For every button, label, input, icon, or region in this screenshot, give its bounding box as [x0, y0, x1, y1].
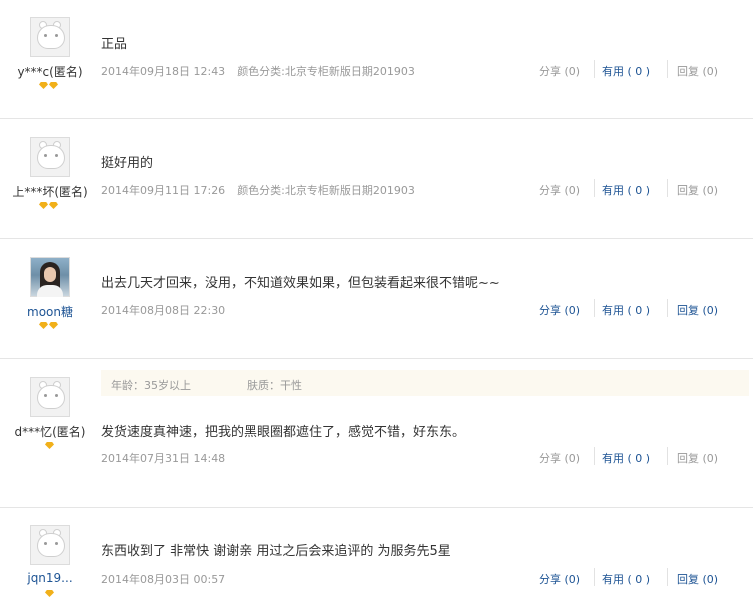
- review-date: 2014年07月31日 14:48: [101, 452, 226, 465]
- share-button[interactable]: 分享 (0): [539, 571, 580, 587]
- review-item: y***c(匿名) 正品 2014年09月18日 12:43 颜色分类:北京专柜新…: [0, 0, 753, 118]
- share-button[interactable]: 分享 (0): [539, 302, 580, 318]
- divider: [594, 568, 595, 586]
- review-spec: 颜色分类:北京专柜新版日期201903: [237, 65, 415, 78]
- reviewer-attributes: 年龄：35岁以上 肤质：干性: [101, 370, 749, 396]
- reviewer-name[interactable]: moon糖: [0, 303, 100, 320]
- default-avatar-icon[interactable]: [30, 17, 70, 57]
- useful-button[interactable]: 有用 ( 0 ): [602, 63, 650, 79]
- skin-type-attribute: 肤质：干性: [247, 379, 302, 392]
- useful-button[interactable]: 有用 ( 0 ): [602, 302, 650, 318]
- divider: [667, 447, 668, 465]
- reviewer-name[interactable]: jqn19...: [0, 571, 100, 585]
- useful-button[interactable]: 有用 ( 0 ): [602, 450, 650, 466]
- user-photo-avatar[interactable]: [30, 257, 70, 297]
- reviewer-name[interactable]: y***c(匿名): [0, 63, 100, 80]
- member-level-badge-icon: [45, 590, 54, 597]
- reply-button[interactable]: 回复 (0): [677, 302, 718, 318]
- useful-button[interactable]: 有用 ( 0 ): [602, 182, 650, 198]
- member-level-badge-icon: [45, 442, 54, 449]
- member-level-badge-icon: [39, 322, 58, 329]
- divider: [667, 568, 668, 586]
- default-avatar-icon[interactable]: [30, 525, 70, 565]
- review-date: 2014年09月18日 12:43: [101, 65, 226, 78]
- reviewer-name[interactable]: 上***坏(匿名): [0, 183, 100, 200]
- divider: [667, 60, 668, 78]
- member-level-badge-icon: [39, 82, 58, 89]
- divider: [667, 179, 668, 197]
- reply-button[interactable]: 回复 (0): [677, 63, 718, 79]
- review-date: 2014年08月03日 00:57: [101, 573, 226, 586]
- review-date: 2014年08月08日 22:30: [101, 304, 226, 317]
- review-meta: 2014年09月18日 12:43 颜色分类:北京专柜新版日期201903: [101, 63, 415, 79]
- review-item: jqn19... 东西收到了 非常快 谢谢亲 用过之后会来追评的 为服务先5星 …: [0, 508, 753, 602]
- reviewer-name[interactable]: d***忆(匿名): [0, 423, 100, 440]
- reply-button[interactable]: 回复 (0): [677, 182, 718, 198]
- divider: [594, 60, 595, 78]
- age-attribute: 年龄：35岁以上: [111, 379, 191, 392]
- review-meta: 2014年09月11日 17:26 颜色分类:北京专柜新版日期201903: [101, 182, 415, 198]
- review-text: 挺好用的: [101, 156, 154, 171]
- divider: [594, 299, 595, 317]
- reply-button[interactable]: 回复 (0): [677, 571, 718, 587]
- review-date: 2014年09月11日 17:26: [101, 184, 226, 197]
- review-item: 上***坏(匿名) 挺好用的 2014年09月11日 17:26 颜色分类:北京专…: [0, 119, 753, 238]
- review-item: d***忆(匿名) 年龄：35岁以上 肤质：干性 发货速度真神速，把我的黑眼圈都…: [0, 359, 753, 507]
- review-text: 正品: [101, 37, 128, 52]
- member-level-badge-icon: [39, 202, 58, 209]
- divider: [594, 179, 595, 197]
- review-text: 发货速度真神速，把我的黑眼圈都遮住了，感觉不错，好东东。: [101, 425, 466, 440]
- review-text: 东西收到了 非常快 谢谢亲 用过之后会来追评的 为服务先5星: [101, 544, 451, 559]
- review-meta: 2014年08月08日 22:30: [101, 302, 225, 318]
- default-avatar-icon[interactable]: [30, 377, 70, 417]
- reply-button[interactable]: 回复 (0): [677, 450, 718, 466]
- divider: [667, 299, 668, 317]
- review-spec: 颜色分类:北京专柜新版日期201903: [237, 184, 415, 197]
- useful-button[interactable]: 有用 ( 0 ): [602, 571, 650, 587]
- share-button[interactable]: 分享 (0): [539, 450, 580, 466]
- default-avatar-icon[interactable]: [30, 137, 70, 177]
- divider: [594, 447, 595, 465]
- review-text: 出去几天才回来，没用，不知道效果如果，但包装看起来很不错呢~~: [101, 276, 500, 291]
- review-item: moon糖 出去几天才回来，没用，不知道效果如果，但包装看起来很不错呢~~ 20…: [0, 239, 753, 358]
- review-meta: 2014年07月31日 14:48: [101, 450, 225, 466]
- review-meta: 2014年08月03日 00:57: [101, 571, 225, 587]
- share-button[interactable]: 分享 (0): [539, 63, 580, 79]
- share-button[interactable]: 分享 (0): [539, 182, 580, 198]
